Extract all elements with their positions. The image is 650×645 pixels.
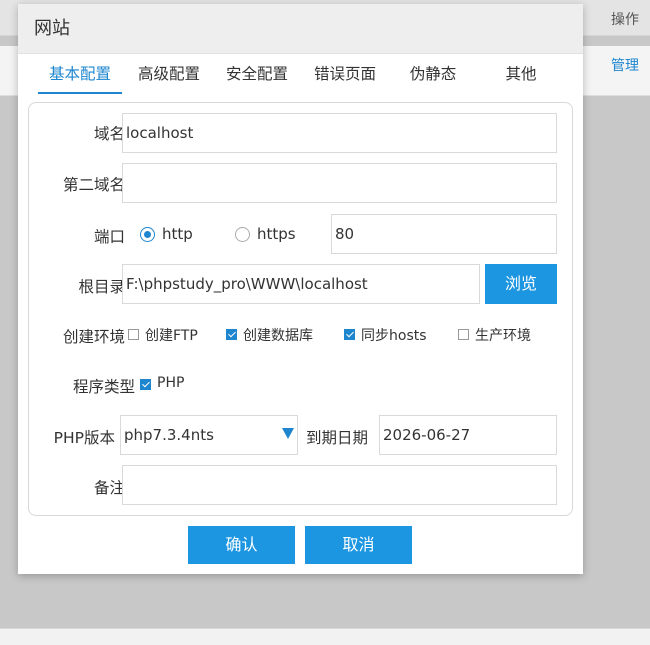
root-dir-input[interactable]: F:\phpstudy_pro\WWW\localhost [122,264,480,304]
root-dir-label: 根目录 [78,278,125,296]
production-env-label: 生产环境 [475,328,531,344]
http-radio[interactable] [140,227,155,242]
tab-advanced-config[interactable]: 高级配置 [127,58,211,94]
dialog-title: 网站 [18,4,583,54]
sync-hosts-label: 同步hosts [361,328,427,344]
tab-security-config[interactable]: 安全配置 [215,58,299,94]
expire-date-label: 到期日期 [306,429,369,447]
php-checkbox-label: PHP [157,375,185,391]
create-db-label: 创建数据库 [243,328,313,344]
port-input[interactable]: 80 [331,214,557,254]
domain-input[interactable]: localhost [122,113,557,153]
cancel-button[interactable]: 取消 [305,526,412,564]
form-panel: 域名 localhost 第二域名 端口 http https 80 根目录 F… [28,102,573,516]
second-domain-label: 第二域名 [62,176,125,194]
php-version-value: php7.3.4nts [124,426,214,444]
create-ftp-label: 创建FTP [145,328,198,344]
second-domain-input[interactable] [122,163,557,203]
port-label: 端口 [93,228,125,246]
program-type-label: 程序类型 [72,378,135,396]
php-version-select[interactable]: php7.3.4nts [120,415,298,455]
dropdown-arrow-icon [282,428,294,439]
confirm-button[interactable]: 确认 [188,526,295,564]
php-version-label: PHP版本 [53,429,115,447]
php-checkbox[interactable] [140,379,151,390]
expire-date-input[interactable]: 2026-06-27 [379,415,557,455]
tab-rewrite[interactable]: 伪静态 [391,58,475,94]
column-header-actions: 操作 [611,12,639,28]
sync-hosts-checkbox[interactable] [344,329,355,340]
http-radio-label: http [162,225,193,243]
https-radio-label: https [257,225,296,243]
tab-basic-config[interactable]: 基本配置 [38,58,122,94]
manage-link[interactable]: 管理 [611,55,639,75]
env-label: 创建环境 [62,328,125,346]
https-radio[interactable] [235,227,250,242]
website-dialog: 网站 基本配置 高级配置 安全配置 错误页面 伪静态 其他 域名 localho… [18,4,583,574]
domain-label: 域名 [93,125,125,143]
background-footer [0,628,650,645]
tab-other[interactable]: 其他 [479,58,563,94]
note-label: 备注 [93,479,125,497]
production-env-checkbox[interactable] [458,329,469,340]
create-ftp-checkbox[interactable] [128,329,139,340]
browse-button[interactable]: 浏览 [485,264,557,304]
note-input[interactable] [122,465,557,505]
tab-error-pages[interactable]: 错误页面 [303,58,387,94]
create-db-checkbox[interactable] [226,329,237,340]
